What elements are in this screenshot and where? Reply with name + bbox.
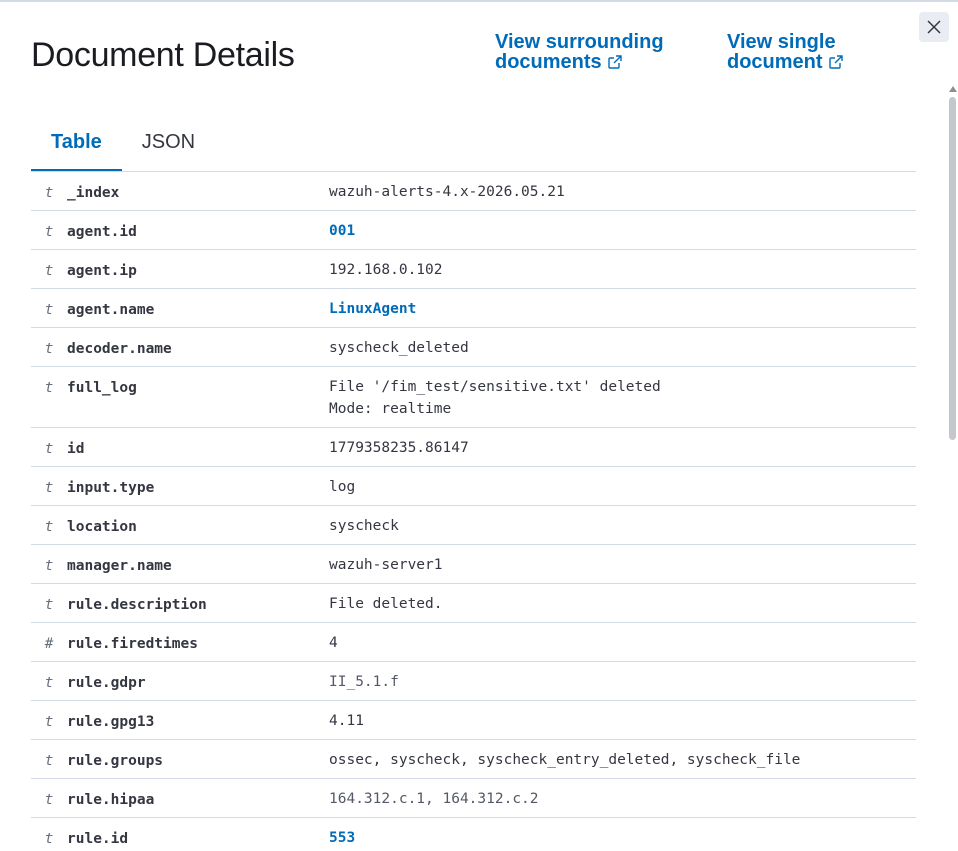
external-link-icon — [828, 55, 843, 69]
link-label-line1: View single — [727, 31, 836, 53]
string-type-icon: t — [44, 558, 54, 574]
link-label-line1: View surrounding — [495, 31, 664, 53]
table-row: t location syscheck — [31, 505, 916, 545]
close-icon — [927, 20, 941, 34]
document-table-container: t _index wazuh-alerts-4.x-2026.05.21 t agent… — [31, 171, 916, 851]
field-name: rule.gdpr — [67, 675, 146, 691]
number-type-icon: # — [44, 636, 54, 652]
field-value-link[interactable]: LinuxAgent — [329, 289, 916, 328]
string-type-icon: t — [44, 753, 54, 769]
table-row: t agent.name LinuxAgent — [31, 288, 916, 328]
table-row: t rule.id 553 — [31, 817, 916, 851]
field-value: 4.11 — [329, 713, 364, 729]
table-row: # rule.firedtimes 4 — [31, 622, 916, 662]
string-type-icon: t — [44, 831, 54, 847]
string-type-icon: t — [44, 441, 54, 457]
field-value: syscheck — [329, 518, 399, 534]
table-row: t decoder.name syscheck_deleted — [31, 327, 916, 367]
view-surrounding-documents-link[interactable]: View surrounding documents — [495, 32, 664, 72]
field-value-link[interactable]: 001 — [329, 211, 916, 250]
field-value: II_5.1.f — [329, 674, 399, 690]
field-name: rule.hipaa — [67, 792, 155, 808]
external-link-icon — [607, 55, 622, 69]
link-label-line2: documents — [495, 51, 602, 73]
close-button[interactable] — [919, 12, 949, 42]
field-value: 4 — [329, 635, 338, 651]
page-title: Document Details — [31, 36, 295, 74]
string-type-icon: t — [44, 675, 54, 691]
table-row: t rule.hipaa 164.312.c.1, 164.312.c.2 — [31, 778, 916, 818]
field-value-link[interactable]: 553 — [329, 818, 916, 851]
table-row: t rule.gpg13 4.11 — [31, 700, 916, 740]
string-type-icon: t — [44, 341, 54, 357]
link-label-line2: document — [727, 51, 823, 73]
tab-bar: Table JSON — [31, 125, 215, 172]
tab-json[interactable]: JSON — [122, 125, 215, 172]
field-value: File deleted. — [329, 596, 443, 612]
field-name: decoder.name — [67, 341, 172, 357]
string-type-icon: t — [44, 224, 54, 240]
document-table: t _index wazuh-alerts-4.x-2026.05.21 t agent… — [31, 171, 916, 851]
field-value: 1779358235.86147 — [329, 440, 469, 456]
scrollbar-thumb[interactable] — [949, 97, 956, 440]
field-name: rule.groups — [67, 753, 164, 769]
table-row: t rule.groups ossec, syscheck, syscheck_en… — [31, 739, 916, 779]
field-value: 192.168.0.102 — [329, 262, 443, 278]
field-name: agent.ip — [67, 263, 137, 279]
field-name: agent.id — [67, 224, 137, 240]
field-name: rule.id — [67, 831, 129, 847]
string-type-icon: t — [44, 519, 54, 535]
field-value: wazuh-server1 — [329, 557, 443, 573]
table-row: t agent.ip 192.168.0.102 — [31, 249, 916, 289]
string-type-icon: t — [44, 792, 54, 808]
field-name: rule.description — [67, 597, 207, 613]
field-name: id — [67, 441, 85, 457]
field-name: rule.gpg13 — [67, 714, 155, 730]
string-type-icon: t — [44, 185, 54, 201]
field-value: log — [329, 479, 356, 495]
field-name: full_log — [67, 380, 137, 396]
field-value: syscheck_deleted — [329, 340, 469, 356]
scroll-up-arrow-icon[interactable] — [949, 86, 957, 92]
field-name: input.type — [67, 480, 155, 496]
field-value: File '/fim_test/sensitive.txt' deleted M… — [329, 379, 661, 417]
field-value: 164.312.c.1, 164.312.c.2 — [329, 791, 539, 807]
table-row: t rule.description File deleted. — [31, 583, 916, 623]
string-type-icon: t — [44, 263, 54, 279]
table-row: t full_log File '/fim_test/sensitive.txt' … — [31, 366, 916, 428]
string-type-icon: t — [44, 380, 54, 396]
table-row: t agent.id 001 — [31, 210, 916, 250]
field-name: _index — [67, 185, 120, 201]
top-divider — [0, 0, 958, 2]
string-type-icon: t — [44, 597, 54, 613]
field-name: manager.name — [67, 558, 172, 574]
table-row: t id 1779358235.86147 — [31, 427, 916, 467]
table-row: t _index wazuh-alerts-4.x-2026.05.21 — [31, 171, 916, 211]
string-type-icon: t — [44, 302, 54, 318]
view-single-document-link[interactable]: View single document — [727, 32, 843, 72]
table-row: t manager.name wazuh-server1 — [31, 544, 916, 584]
table-row: t rule.gdpr II_5.1.f — [31, 661, 916, 701]
string-type-icon: t — [44, 714, 54, 730]
field-name: rule.firedtimes — [67, 636, 198, 652]
tab-table[interactable]: Table — [31, 125, 122, 172]
string-type-icon: t — [44, 480, 54, 496]
field-name: agent.name — [67, 302, 155, 318]
table-row: t input.type log — [31, 466, 916, 506]
field-name: location — [67, 519, 137, 535]
field-value: wazuh-alerts-4.x-2026.05.21 — [329, 184, 565, 200]
field-value: ossec, syscheck, syscheck_entry_deleted,… — [329, 752, 801, 768]
